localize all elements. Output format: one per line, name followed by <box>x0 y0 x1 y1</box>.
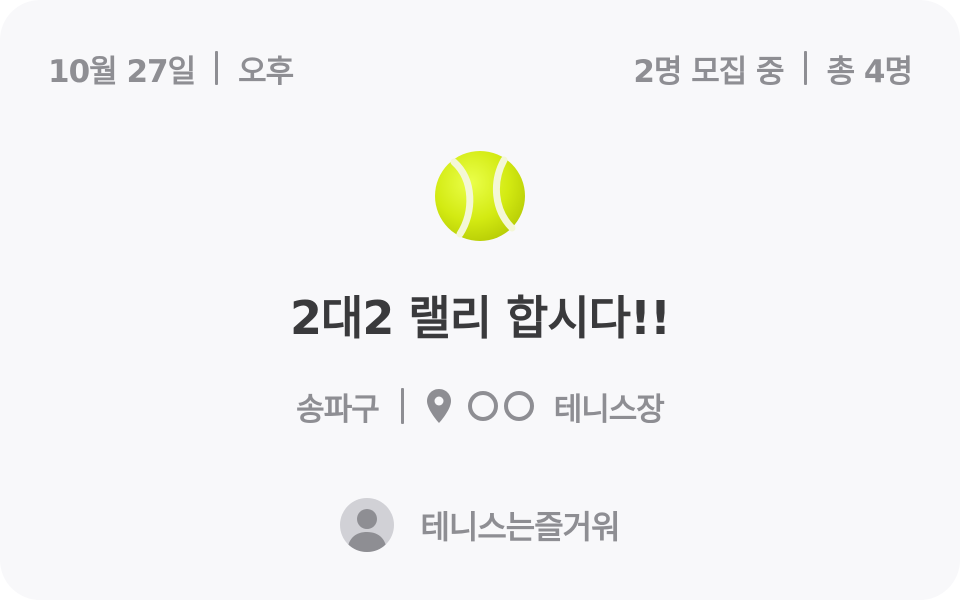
location-row: 송파구 테니스장 <box>0 380 960 432</box>
avatar[interactable] <box>340 498 395 552</box>
location-pin-icon <box>426 389 451 423</box>
author-name: 테니스는즐거워 <box>420 508 620 546</box>
venue-name-masked-icon <box>467 391 540 421</box>
masked-circle-icon <box>467 391 498 421</box>
match-meta-row: 10월 27일 오후 2명 모집 중 총 4명 <box>48 44 913 92</box>
recruit-info: 2명 모집 중 총 4명 <box>633 46 913 91</box>
divider <box>215 51 219 85</box>
match-time-of-day: 오후 <box>238 53 294 90</box>
divider <box>803 51 807 85</box>
schedule-info: 10월 27일 오후 <box>48 46 294 91</box>
match-title: 2대2 랠리 합시다!! <box>290 291 671 345</box>
match-card[interactable]: 10월 27일 오후 2명 모집 중 총 4명 2대2 랠리 합시다!! 송파구 <box>0 0 960 600</box>
location-district: 송파구 <box>296 391 380 428</box>
author-row[interactable]: 테니스는즐거워 <box>0 496 960 554</box>
recruit-status: 2명 모집 중 <box>633 53 784 90</box>
match-date: 10월 27일 <box>48 53 196 90</box>
venue-name: 테니스장 <box>553 391 665 428</box>
masked-circle-icon <box>503 391 534 421</box>
total-players: 총 4명 <box>826 53 913 90</box>
divider <box>400 388 404 424</box>
default-avatar-icon <box>347 509 388 552</box>
tennis-ball-icon <box>435 151 525 241</box>
